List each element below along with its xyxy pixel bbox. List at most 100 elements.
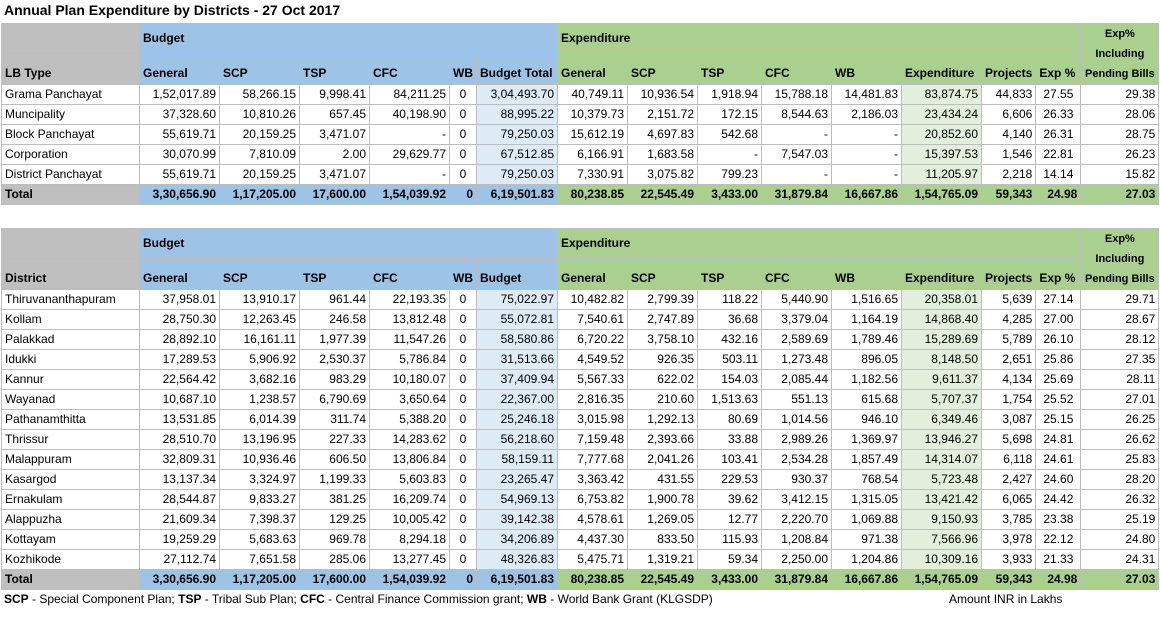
table-cell: 969.78: [299, 529, 370, 550]
table-cell: 2,816.35: [557, 389, 628, 410]
table-cell: 27.01: [1080, 389, 1160, 410]
table-cell: 0: [449, 549, 477, 570]
table-cell: 55,619.71: [139, 124, 220, 145]
table-cell: 84,211.25: [369, 84, 450, 105]
column-header-row: LB Type General SCP TSP CFC WB Budget Total Gen…: [1, 52, 1159, 86]
table-cell: 10,005.42: [369, 509, 450, 530]
table-cell: 79,250.03: [476, 124, 558, 145]
table-cell: 13,277.45: [369, 549, 450, 570]
table-cell: 16,161.11: [219, 329, 300, 350]
table-cell: 40,749.11: [557, 84, 628, 105]
table-cell: 15,612.19: [557, 124, 628, 145]
table-cell: 4,578.61: [557, 509, 628, 530]
row-label: Palakkad: [1, 329, 140, 350]
table-cell: 25,246.18: [476, 409, 558, 430]
exp-pct-pending-header: Exp% Including Pending Bills: [1080, 228, 1160, 290]
table-cell: 4,437.30: [557, 529, 628, 550]
table-cell: 227.33: [299, 429, 370, 450]
table-cell: 2,186.03: [831, 104, 902, 125]
column-header: CFC: [369, 52, 450, 86]
footnote-cfc-text: - Central Finance Commission grant;: [324, 592, 527, 606]
table-cell: 7,810.09: [219, 144, 300, 165]
table-cell: 1,269.05: [627, 509, 698, 530]
table-cell: 1,199.33: [299, 469, 370, 490]
table-cell: 4,134: [980, 369, 1037, 390]
table-cell: 28.06: [1080, 104, 1160, 125]
table-cell: 39,142.38: [476, 509, 558, 530]
table-cell: 542.68: [697, 124, 762, 145]
table-cell: 28,892.10: [139, 329, 220, 350]
table-cell: 3,471.07: [299, 164, 370, 185]
table-cell: 5,698: [980, 429, 1037, 450]
table-cell: 32,809.31: [139, 449, 220, 470]
table-cell: 0: [449, 349, 477, 370]
table-cell: 24.81: [1035, 429, 1082, 450]
table-cell: 172.15: [697, 104, 762, 125]
table-cell: 58,159.11: [476, 449, 558, 470]
column-header: SCP: [627, 257, 698, 291]
row-label: Malappuram: [1, 449, 140, 470]
table-cell: 23,265.47: [476, 469, 558, 490]
table-cell: -: [831, 164, 902, 185]
table-cell: 25.86: [1035, 349, 1082, 370]
corner-cell: [1, 23, 140, 54]
total-cell: 0: [449, 569, 477, 590]
table-cell: 229.53: [697, 469, 762, 490]
table-cell: 6,349.46: [901, 409, 982, 430]
column-header: SCP: [627, 52, 698, 86]
table-cell: 6,014.39: [219, 409, 300, 430]
table-cell: 1,273.48: [761, 349, 832, 370]
table-cell: 3,471.07: [299, 124, 370, 145]
table-cell: 13,910.17: [219, 289, 300, 310]
table-cell: 22.81: [1035, 144, 1082, 165]
table-cell: 39.62: [697, 489, 762, 510]
table-cell: 13,137.34: [139, 469, 220, 490]
table-cell: 5,906.92: [219, 349, 300, 370]
table-cell: 285.06: [299, 549, 370, 570]
table-cell: 26.62: [1080, 429, 1160, 450]
projects-band-fill: [980, 228, 1037, 259]
table-cell: 10,379.73: [557, 104, 628, 125]
expenditure-group-label: Expenditure: [557, 228, 902, 259]
column-header: Budget: [476, 257, 558, 291]
table-cell: 36.68: [697, 309, 762, 330]
table-cell: 24.61: [1035, 449, 1082, 470]
table-cell: -: [697, 144, 762, 165]
budget-group-label: Budget: [139, 23, 558, 54]
table-cell: 10,810.26: [219, 104, 300, 125]
table-row: Thrissur 28,510.70 13,196.95 227.33 14,283.6…: [1, 429, 1160, 450]
expenditure-band-fill: [901, 228, 982, 259]
table-cell: 30,070.99: [139, 144, 220, 165]
total-row: Total 3,30,656.90 1,17,205.00 17,600.00 1,54…: [1, 184, 1160, 205]
table-cell: 24.31: [1080, 549, 1160, 570]
table-cell: 1,014.56: [761, 409, 832, 430]
total-cell: 1,54,765.09: [901, 184, 982, 205]
table-cell: 2,085.44: [761, 369, 832, 390]
table-cell: 25.52: [1035, 389, 1082, 410]
row-label: Corporation: [1, 144, 140, 165]
table-cell: 24.42: [1035, 489, 1082, 510]
table-cell: 0: [449, 509, 477, 530]
table-cell: 67,512.85: [476, 144, 558, 165]
table-cell: 3,075.82: [627, 164, 698, 185]
table-cell: 88,995.22: [476, 104, 558, 125]
column-header: WB: [831, 52, 902, 86]
table-cell: 0: [449, 449, 477, 470]
table-cell: 10,309.16: [901, 549, 982, 570]
total-cell: 80,238.85: [557, 184, 628, 205]
table-cell: 7,547.03: [761, 144, 832, 165]
row-label: Grama Panchayat: [1, 84, 140, 105]
table-cell: 0: [449, 369, 477, 390]
column-header: General: [557, 52, 628, 86]
table-cell: 2,534.28: [761, 449, 832, 470]
table-cell: 9,998.41: [299, 84, 370, 105]
table-cell: 2.00: [299, 144, 370, 165]
table-cell: 13,806.84: [369, 449, 450, 470]
table-cell: 10,482.82: [557, 289, 628, 310]
table-cell: 24.80: [1080, 529, 1160, 550]
table-cell: 23.38: [1035, 509, 1082, 530]
table-cell: 431.55: [627, 469, 698, 490]
table-cell: 22,193.35: [369, 289, 450, 310]
table-cell: 7,777.68: [557, 449, 628, 470]
table-cell: 3,04,493.70: [476, 84, 558, 105]
